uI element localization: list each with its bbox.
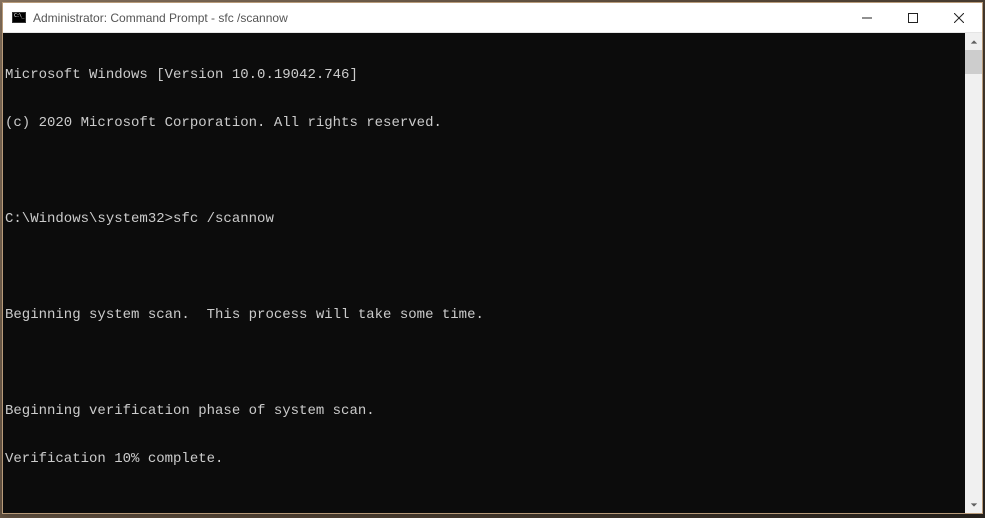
chevron-up-icon (970, 38, 978, 46)
scroll-track[interactable] (965, 50, 982, 496)
terminal-line: Beginning system scan. This process will… (5, 307, 965, 323)
content-area: Microsoft Windows [Version 10.0.19042.74… (3, 33, 982, 513)
terminal-line: Verification 10% complete. (5, 451, 965, 467)
scroll-down-button[interactable] (965, 496, 982, 513)
cmd-icon (11, 10, 27, 26)
terminal-output[interactable]: Microsoft Windows [Version 10.0.19042.74… (3, 33, 965, 513)
minimize-button[interactable] (844, 3, 890, 32)
terminal-line: C:\Windows\system32>sfc /scannow (5, 211, 965, 227)
window-title: Administrator: Command Prompt - sfc /sca… (33, 11, 844, 25)
terminal-line: (c) 2020 Microsoft Corporation. All righ… (5, 115, 965, 131)
close-icon (954, 13, 964, 23)
vertical-scrollbar[interactable] (965, 33, 982, 513)
terminal-line (5, 355, 965, 371)
maximize-button[interactable] (890, 3, 936, 32)
window-controls (844, 3, 982, 32)
terminal-line: Microsoft Windows [Version 10.0.19042.74… (5, 67, 965, 83)
chevron-down-icon (970, 501, 978, 509)
minimize-icon (862, 13, 872, 23)
terminal-line (5, 163, 965, 179)
terminal-line: Beginning verification phase of system s… (5, 403, 965, 419)
terminal-line (5, 259, 965, 275)
titlebar[interactable]: Administrator: Command Prompt - sfc /sca… (3, 3, 982, 33)
maximize-icon (908, 13, 918, 23)
scroll-thumb[interactable] (965, 50, 982, 74)
close-button[interactable] (936, 3, 982, 32)
scroll-up-button[interactable] (965, 33, 982, 50)
command-prompt-window: Administrator: Command Prompt - sfc /sca… (2, 2, 983, 514)
